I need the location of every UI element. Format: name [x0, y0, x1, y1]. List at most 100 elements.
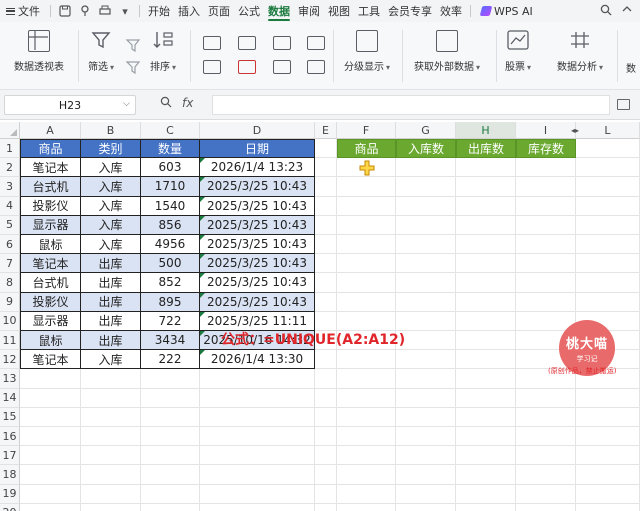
column-header-d[interactable]: D: [200, 122, 315, 139]
table-cell[interactable]: 2026/1/4 13:30: [200, 350, 315, 370]
row-header[interactable]: 1: [0, 139, 20, 159]
tab-view[interactable]: 视图: [324, 0, 354, 22]
tab-member[interactable]: 会员专享: [384, 0, 436, 22]
row-header[interactable]: 14: [0, 388, 20, 408]
column-resize-icon[interactable]: ◂▸: [571, 126, 579, 135]
row-header[interactable]: 20: [0, 503, 20, 511]
table-cell[interactable]: 出库: [81, 292, 141, 312]
fill-icon[interactable]: [307, 36, 325, 50]
column-header-a[interactable]: A: [20, 122, 81, 139]
table-cell[interactable]: 2025/3/25 10:43: [200, 196, 315, 216]
table-cell[interactable]: 出库: [81, 331, 141, 351]
table-cell[interactable]: 895: [141, 292, 200, 312]
column-header-b[interactable]: B: [81, 122, 141, 139]
row-header[interactable]: 3: [0, 177, 20, 197]
format-painter-icon[interactable]: [77, 3, 93, 19]
wps-ai-button[interactable]: WPS AI: [475, 5, 539, 18]
consolidate-icon[interactable]: [307, 60, 325, 74]
tab-insert[interactable]: 插入: [174, 0, 204, 22]
row-header[interactable]: 17: [0, 446, 20, 466]
row-header[interactable]: 12: [0, 350, 20, 370]
table-cell[interactable]: 笔记本: [20, 350, 81, 370]
row-header[interactable]: 13: [0, 369, 20, 389]
table-cell[interactable]: 1710: [141, 177, 200, 197]
table-cell[interactable]: 显示器: [20, 215, 81, 235]
data-analysis-button[interactable]: 数据分析 ▾: [557, 30, 603, 73]
tab-tools[interactable]: 工具: [354, 0, 384, 22]
table-cell[interactable]: 出库: [81, 311, 141, 331]
table-cell[interactable]: 入库: [81, 158, 141, 178]
sort-button[interactable]: 排序 ▾: [150, 30, 176, 73]
table-cell[interactable]: 台式机: [20, 177, 81, 197]
table-cell[interactable]: 1540: [141, 196, 200, 216]
pivot-table-button[interactable]: 数据透视表: [14, 30, 64, 73]
dropdown-list-icon[interactable]: [273, 60, 291, 74]
group-outline-button[interactable]: 分级显示 ▾: [344, 30, 390, 73]
row-header[interactable]: 5: [0, 215, 20, 235]
table-cell[interactable]: 入库: [81, 350, 141, 370]
table-cell[interactable]: 出库: [81, 273, 141, 293]
row-header[interactable]: 4: [0, 196, 20, 216]
reapply-filter-icon[interactable]: [125, 60, 144, 75]
table-cell[interactable]: 笔记本: [20, 158, 81, 178]
column-header-i[interactable]: I: [516, 122, 576, 139]
advanced-filter-icon[interactable]: [125, 38, 144, 53]
row-header[interactable]: 10: [0, 311, 20, 331]
row-header[interactable]: 16: [0, 427, 20, 447]
table-cell[interactable]: 4956: [141, 235, 200, 255]
table-cell[interactable]: 入库: [81, 196, 141, 216]
tab-efficiency[interactable]: 效率: [436, 0, 466, 22]
remove-duplicates-icon[interactable]: [203, 36, 221, 50]
table-cell[interactable]: 台式机: [20, 273, 81, 293]
table-cell[interactable]: 603: [141, 158, 200, 178]
table-cell[interactable]: 3434: [141, 331, 200, 351]
tab-home[interactable]: 开始: [144, 0, 174, 22]
expand-formula-icon[interactable]: [617, 99, 630, 110]
tab-review[interactable]: 审阅: [294, 0, 324, 22]
row-header[interactable]: 7: [0, 254, 20, 274]
table-cell[interactable]: 出库: [81, 254, 141, 274]
tab-data[interactable]: 数据: [264, 0, 294, 22]
search-icon[interactable]: [600, 4, 612, 19]
table-cell[interactable]: 2025/3/25 10:43: [200, 273, 315, 293]
row-header[interactable]: 15: [0, 407, 20, 427]
split-column-icon[interactable]: [203, 60, 221, 74]
table-cell[interactable]: 入库: [81, 177, 141, 197]
table-cell[interactable]: 852: [141, 273, 200, 293]
row-header[interactable]: 6: [0, 235, 20, 255]
column-header-f[interactable]: F: [337, 122, 396, 139]
table-cell[interactable]: 鼠标: [20, 235, 81, 255]
print-icon[interactable]: [97, 3, 113, 19]
insert-function-icon[interactable]: fx: [182, 96, 193, 111]
filter-button[interactable]: 筛选 ▾: [88, 30, 114, 73]
row-header[interactable]: 2: [0, 158, 20, 178]
chevron-down-icon[interactable]: ⌵: [123, 99, 130, 109]
reject-duplicates-icon[interactable]: [238, 60, 256, 74]
file-menu[interactable]: 文件: [0, 3, 46, 19]
tab-page[interactable]: 页面: [204, 0, 234, 22]
external-data-button[interactable]: 获取外部数据 ▾: [414, 30, 480, 73]
select-all-corner[interactable]: [0, 122, 20, 139]
data-validation-icon[interactable]: [273, 36, 291, 50]
table-cell[interactable]: 2026/1/4 13:23: [200, 158, 315, 178]
column-header-l[interactable]: L: [576, 122, 640, 139]
column-header-c[interactable]: C: [141, 122, 200, 139]
spreadsheet-grid[interactable]: A B C D E F G H I L ◂▸ 1 2 3 4 5 6 7 8 9 10 11 12 13 14 15 16 17 18 1…: [0, 122, 640, 511]
save-icon[interactable]: [57, 3, 73, 19]
tab-formula[interactable]: 公式: [234, 0, 264, 22]
table-cell[interactable]: 222: [141, 350, 200, 370]
row-header[interactable]: 9: [0, 292, 20, 312]
table-cell[interactable]: 2025/3/25 10:43: [200, 177, 315, 197]
table-cell[interactable]: 鼠标: [20, 331, 81, 351]
table-cell[interactable]: 显示器: [20, 311, 81, 331]
formula-input[interactable]: [212, 95, 610, 115]
row-header[interactable]: 18: [0, 465, 20, 485]
table-cell[interactable]: 投影仪: [20, 196, 81, 216]
more-chevron-icon[interactable]: ▾: [117, 3, 133, 19]
name-box[interactable]: H23 ⌵: [4, 95, 136, 115]
stock-button[interactable]: 股票 ▾: [505, 30, 531, 73]
table-cell[interactable]: 2025/3/25 10:43: [200, 292, 315, 312]
table-cell[interactable]: 856: [141, 215, 200, 235]
column-header-h[interactable]: H: [456, 122, 516, 139]
table-cell[interactable]: 入库: [81, 215, 141, 235]
